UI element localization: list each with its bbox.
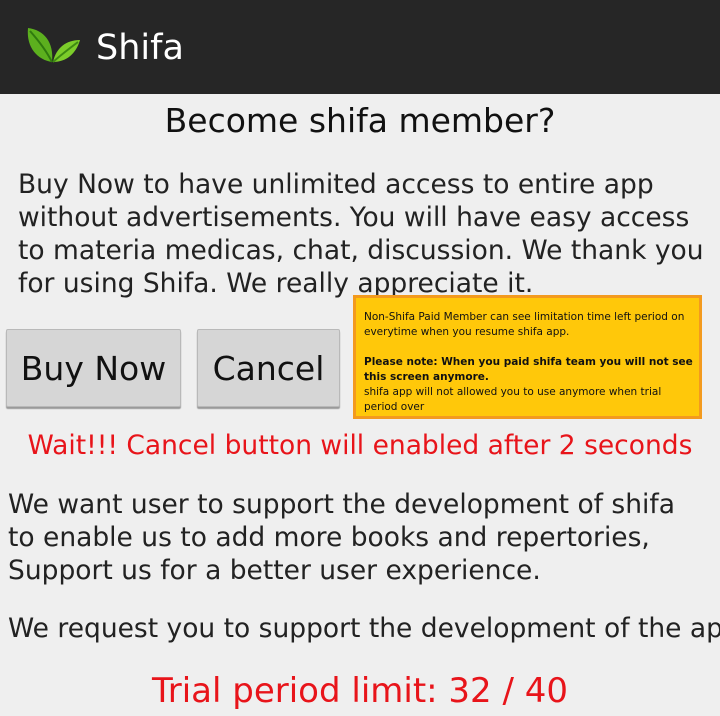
- note-paid-text: Please note: When you paid shifa team yo…: [364, 356, 693, 383]
- app-title: Shifa: [96, 28, 184, 68]
- note-trial-text: shifa app will not allowed you to use an…: [364, 386, 662, 413]
- cancel-button[interactable]: Cancel: [197, 329, 340, 407]
- support-text: We want user to support the development …: [8, 489, 675, 586]
- intro-text: Buy Now to have unlimited access to enti…: [18, 169, 704, 299]
- wait-message: Wait!!! Cancel button will enabled after…: [27, 430, 693, 461]
- note-limitation-text: Non-Shifa Paid Member can see limitation…: [364, 311, 685, 338]
- buy-now-button[interactable]: Buy Now: [6, 329, 181, 407]
- dialog-title: Become shifa member?: [164, 101, 556, 140]
- request-text: We request you to support the developmen…: [8, 613, 720, 644]
- leaf-icon: [27, 28, 80, 63]
- info-note: Non-Shifa Paid Member can see limitation…: [353, 295, 702, 419]
- action-bar: Shifa: [0, 0, 720, 94]
- trial-limit: Trial period limit: 32 / 40: [151, 671, 569, 711]
